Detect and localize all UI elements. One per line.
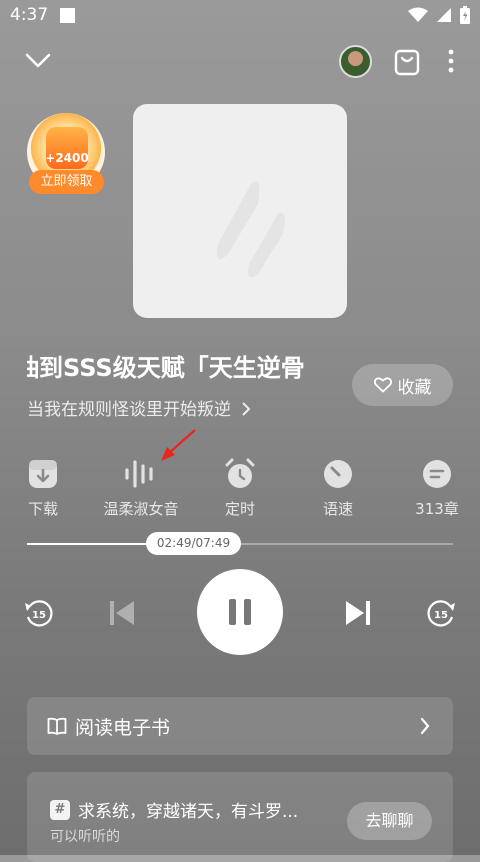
skip-previous-icon (110, 601, 134, 625)
next-chapter-button[interactable] (344, 598, 372, 628)
cover-placeholder-icon (216, 181, 285, 278)
signal-icon (437, 8, 451, 22)
chat-topic[interactable]: # 求系统，穿越诸天，有斗罗... (50, 797, 298, 822)
avatar[interactable] (339, 45, 372, 78)
collapse-button[interactable] (22, 46, 54, 76)
pause-button[interactable] (197, 569, 283, 655)
more-vertical-icon (448, 49, 454, 73)
chevron-right-icon (420, 717, 430, 735)
speed-button[interactable]: 语速 (298, 456, 378, 519)
chapter-list-icon (423, 460, 451, 488)
chat-subtitle: 可以听听的 (50, 829, 120, 845)
chevron-down-icon (25, 53, 51, 68)
previous-chapter-button[interactable] (108, 598, 136, 628)
book-open-icon (47, 717, 67, 735)
timer-label: 定时 (224, 500, 255, 518)
rewind-seconds: 15 (32, 610, 46, 621)
progress-thumb[interactable]: 02:49/07:49 (146, 532, 241, 555)
download-icon (29, 460, 57, 488)
book-subtitle: 当我在规则怪谈里开始叛逆 (27, 400, 231, 420)
status-bar: 4:37 (0, 0, 480, 32)
forward-seconds: 15 (434, 610, 448, 621)
go-chat-button[interactable]: 去聊聊 (347, 802, 432, 840)
speed-label: 语速 (322, 500, 353, 518)
wifi-icon (408, 7, 428, 22)
reward-amount: +2400 (45, 151, 89, 165)
download-label: 下载 (27, 500, 58, 518)
collect-button[interactable]: 收藏 (352, 364, 453, 406)
voice-wave-icon (125, 460, 153, 488)
pause-icon (229, 599, 251, 625)
book-cover[interactable] (133, 104, 347, 318)
alarm-clock-icon (225, 458, 255, 488)
chapters-label: 313章 (415, 500, 459, 518)
voice-label: 温柔淑女音 (103, 500, 179, 518)
forward-15-button[interactable]: 15 (424, 597, 458, 631)
voice-select-button[interactable]: 温柔淑女音 (101, 456, 181, 519)
chevron-right-icon (242, 402, 251, 416)
timer-button[interactable]: 定时 (200, 456, 280, 519)
rewind-15-button[interactable]: 15 (22, 597, 56, 631)
heart-icon (373, 377, 392, 393)
chapters-button[interactable]: 313章 (397, 456, 477, 519)
chat-title: 求系统，穿越诸天，有斗罗... (78, 802, 299, 822)
hashtag-icon: # (50, 799, 70, 820)
book-subtitle-link[interactable]: 当我在规则怪谈里开始叛逆 (27, 395, 252, 420)
claim-reward-button[interactable]: 立即领取 (29, 170, 104, 194)
status-time: 4:37 (10, 5, 49, 25)
skip-next-icon (346, 601, 370, 625)
book-title-container: 抽到SSS级天赋「天生逆骨 (27, 348, 332, 388)
battery-icon (460, 6, 470, 24)
download-button[interactable]: 下载 (3, 456, 83, 519)
rewind-icon: 15 (25, 600, 53, 627)
shop-button[interactable] (390, 45, 424, 79)
fast-forward-icon: 15 (427, 600, 455, 627)
status-icons (408, 6, 470, 24)
more-button[interactable] (440, 46, 462, 76)
collect-label: 收藏 (397, 377, 432, 398)
speed-gauge-icon (324, 460, 352, 488)
read-ebook-label: 阅读电子书 (75, 716, 171, 739)
shopping-bag-icon (394, 49, 420, 76)
notification-icon (60, 8, 75, 23)
annotation-arrow-icon (161, 429, 196, 461)
book-title: 抽到SSS级天赋「天生逆骨 (27, 354, 305, 382)
read-ebook-bar[interactable]: 阅读电子书 (27, 697, 453, 755)
